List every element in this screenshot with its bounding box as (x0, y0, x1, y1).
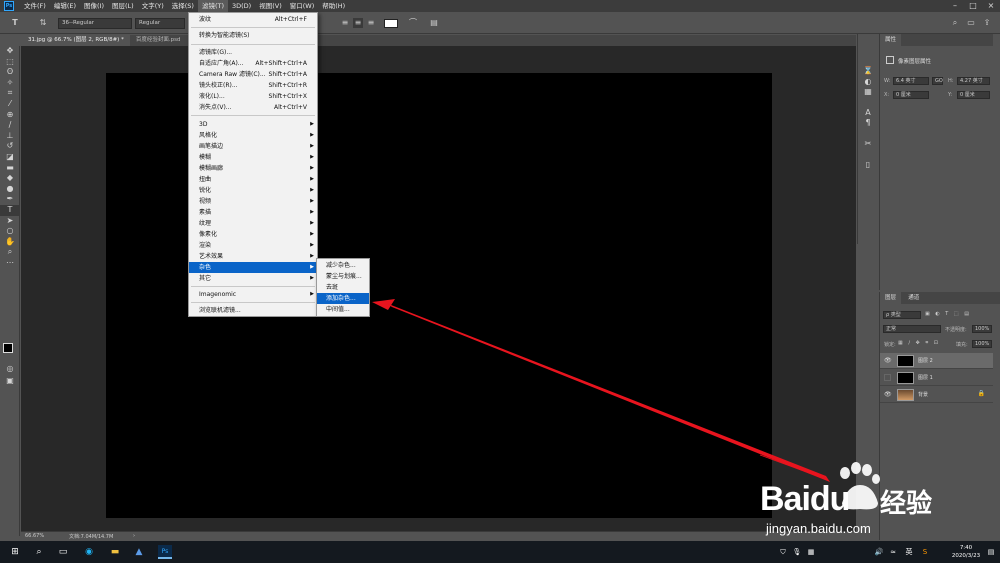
app-icon[interactable]: ▲ (132, 545, 146, 559)
search-icon[interactable]: ⌕ (32, 545, 46, 559)
notification-icon[interactable]: ▤ (984, 545, 998, 559)
ime-icon[interactable]: 英 (902, 545, 916, 559)
photoshop-taskbar-icon[interactable]: Ps (158, 545, 172, 559)
jingyan-wordmark: 经验 (880, 489, 933, 519)
volume-icon[interactable]: 🔊 (872, 545, 886, 559)
tray-app-icon[interactable]: S (918, 545, 932, 559)
system-clock[interactable]: 7:40 2020/3/23 (948, 544, 984, 560)
windows-taskbar: ⊞ ⌕ ▭ ◉ ▬ ▲ Ps ⛉ 🎙 ▦ 🔊 ≈ 英 S 7:40 2020/3… (0, 541, 1000, 563)
network-icon[interactable]: ▦ (804, 545, 818, 559)
task-view-icon[interactable]: ▭ (56, 545, 70, 559)
watermark-url: jingyan.baidu.com (766, 521, 871, 536)
baidu-wordmark: Baidu (760, 480, 850, 518)
shield-icon[interactable]: ⛉ (776, 545, 790, 559)
clock-date: 2020/3/23 (951, 553, 981, 559)
clock-time: 7:40 (959, 545, 973, 551)
file-explorer-icon[interactable]: ▬ (108, 545, 122, 559)
browser-icon[interactable]: ◉ (82, 545, 96, 559)
microphone-icon[interactable]: 🎙 (790, 545, 804, 559)
wifi-icon[interactable]: ≈ (886, 545, 900, 559)
windows-start-icon[interactable]: ⊞ (8, 545, 22, 559)
baidu-watermark: Baidu 经验 jingyan.baidu.com (760, 455, 950, 545)
arrow-head (372, 299, 395, 310)
